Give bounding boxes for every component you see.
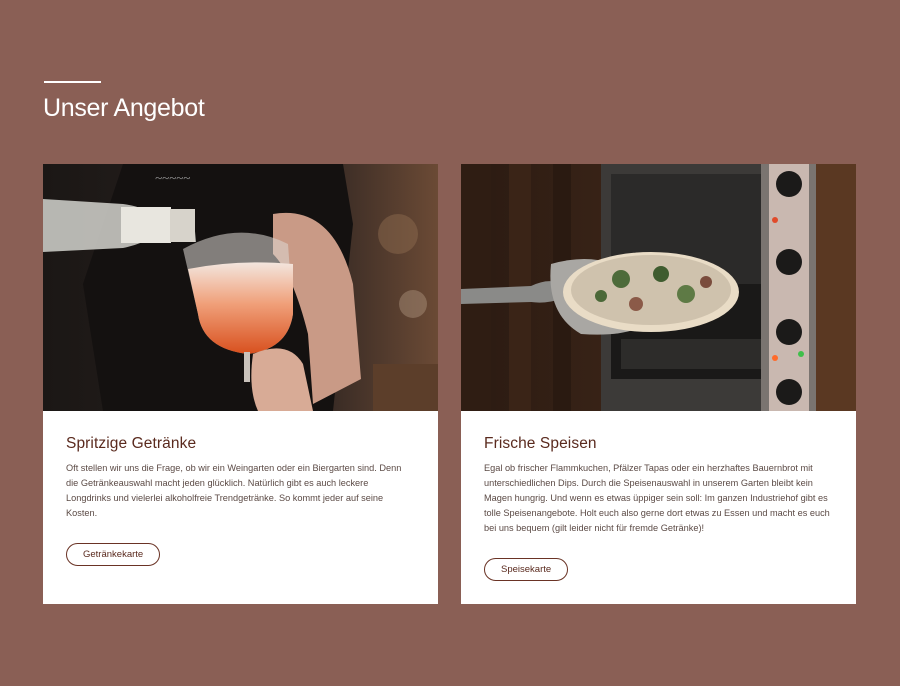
card-food: Frische Speisen Egal ob frischer Flammku… (461, 164, 856, 604)
section-title: Unser Angebot (43, 94, 205, 122)
svg-text:~~~~~: ~~~~~ (155, 170, 190, 185)
drinks-photo: ~~~~~ (43, 164, 438, 411)
section-divider (44, 81, 101, 83)
card-text: Oft stellen wir uns die Frage, ob wir ei… (66, 463, 402, 518)
food-menu-button[interactable]: Speisekarte (484, 558, 569, 581)
food-photo (461, 164, 856, 411)
card-text: Egal ob frischer Flammkuchen, Pfälzer Ta… (484, 463, 830, 533)
drinks-menu-button[interactable]: Getränkekarte (66, 543, 161, 566)
card-title: Spritzige Getränke (66, 435, 197, 452)
card-drinks: ~~~~~ Spritzige Getränke Oft stellen wir… (43, 164, 438, 604)
card-title: Frische Speisen (484, 435, 597, 452)
